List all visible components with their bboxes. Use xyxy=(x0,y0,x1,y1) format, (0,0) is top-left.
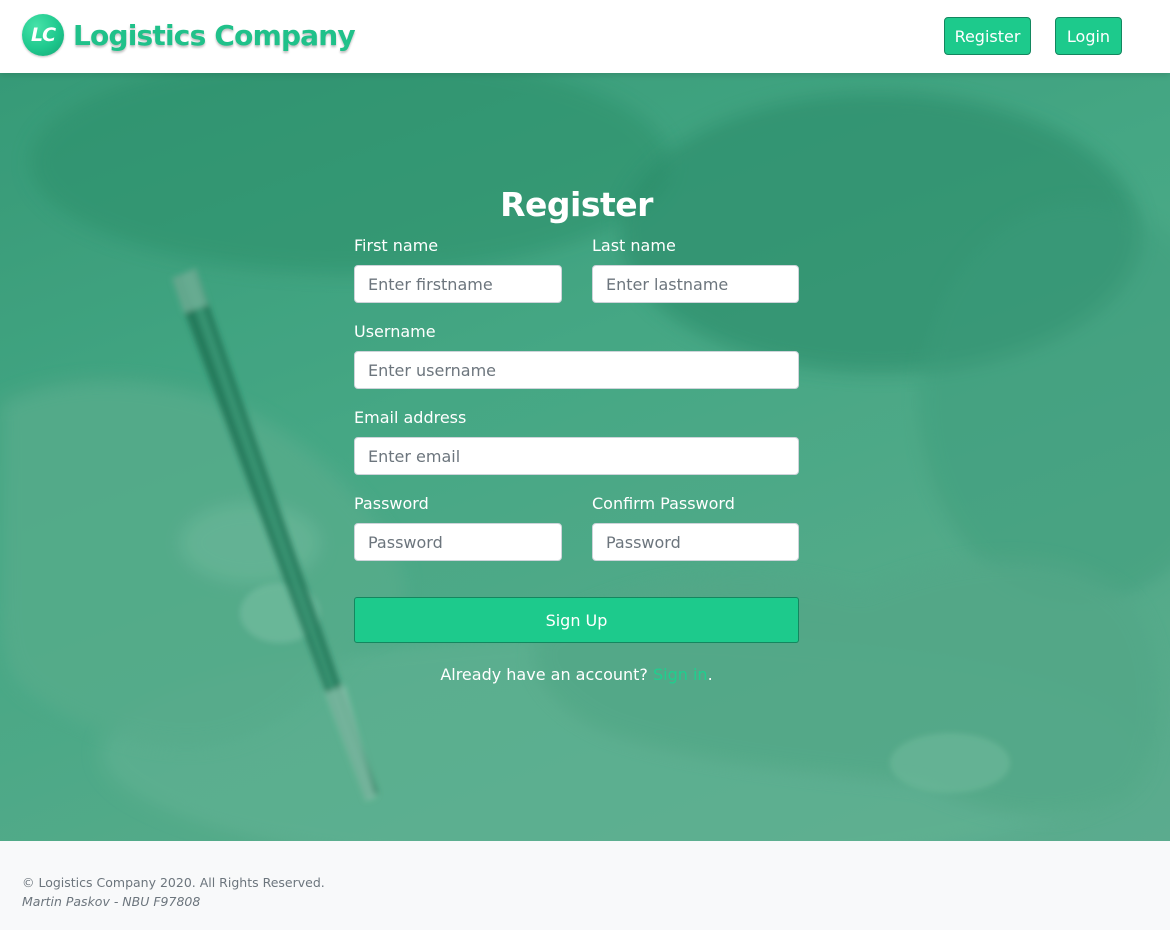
hero-section: Register First name Last name Username E… xyxy=(0,73,1170,841)
logo-icon: LC xyxy=(22,14,64,56)
password-label: Password xyxy=(354,494,429,513)
email-input[interactable] xyxy=(354,437,799,475)
last-name-input[interactable] xyxy=(592,265,799,303)
sign-in-link[interactable]: Sign in xyxy=(653,665,708,684)
password-input[interactable] xyxy=(354,523,562,561)
signin-suffix: . xyxy=(707,665,713,684)
author-text: Martin Paskov - NBU F97808 xyxy=(22,894,201,909)
last-name-label: Last name xyxy=(592,236,676,255)
email-label: Email address xyxy=(354,408,467,427)
register-title: Register xyxy=(500,185,653,224)
first-name-input[interactable] xyxy=(354,265,562,303)
username-label: Username xyxy=(354,322,436,341)
confirm-password-label: Confirm Password xyxy=(592,494,735,513)
brand-link[interactable]: LC Logistics Company xyxy=(22,13,356,57)
nav-login-button[interactable]: Login xyxy=(1055,17,1122,55)
logo-text: LC xyxy=(30,24,56,46)
sign-up-button[interactable]: Sign Up xyxy=(354,597,799,643)
navbar: LC Logistics Company Register Login xyxy=(0,0,1170,73)
copyright-text: © Logistics Company 2020. All Rights Res… xyxy=(22,875,325,890)
first-name-label: First name xyxy=(354,236,439,255)
username-input[interactable] xyxy=(354,351,799,389)
signin-prompt-text: Already have an account? xyxy=(440,665,648,684)
confirm-password-input[interactable] xyxy=(592,523,799,561)
nav-register-button[interactable]: Register xyxy=(944,17,1031,55)
footer: © Logistics Company 2020. All Rights Res… xyxy=(0,841,1170,930)
brand-name: Logistics Company xyxy=(73,18,356,52)
signin-prompt: Already have an account? Sign in. xyxy=(354,665,799,684)
